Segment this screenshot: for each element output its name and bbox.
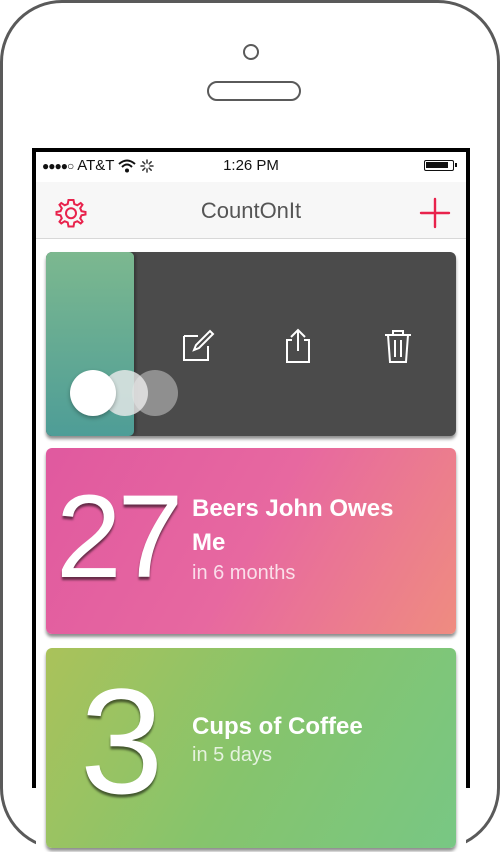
counter-card[interactable]: 3 Cups of Coffee in 5 days [46,648,456,848]
plus-icon[interactable] [418,196,452,230]
app-screen: ●●●●○ AT&T 1:26 PM CountOnIt 27 Beers Jo… [36,152,466,852]
battery-icon [424,160,457,171]
status-bar: ●●●●○ AT&T 1:26 PM [36,152,466,180]
share-icon[interactable] [278,326,318,366]
counter-value: 3 [80,657,163,825]
phone-screen: ●●●●○ AT&T 1:26 PM CountOnIt 27 Beers Jo… [32,148,470,852]
page-title: CountOnIt [200,198,302,223]
status-time: 1:26 PM [223,157,279,174]
counter-subtitle: in 6 months [192,562,296,584]
edit-icon[interactable] [178,326,218,366]
trash-icon[interactable] [378,326,418,366]
counter-value: 27 [56,471,183,603]
speaker-grille [207,81,301,101]
swiped-counter-card[interactable] [46,252,456,436]
swipe-indicator-dot [70,370,116,416]
counter-title: Beers John Owes Me [192,495,394,556]
counter-subtitle: in 5 days [192,744,273,766]
counter-card[interactable]: 27 Beers John Owes Me in 6 months [46,448,456,634]
camera-icon [243,44,259,60]
nav-bar: CountOnIt [36,182,466,239]
counter-title: Cups of Coffee [192,713,363,740]
